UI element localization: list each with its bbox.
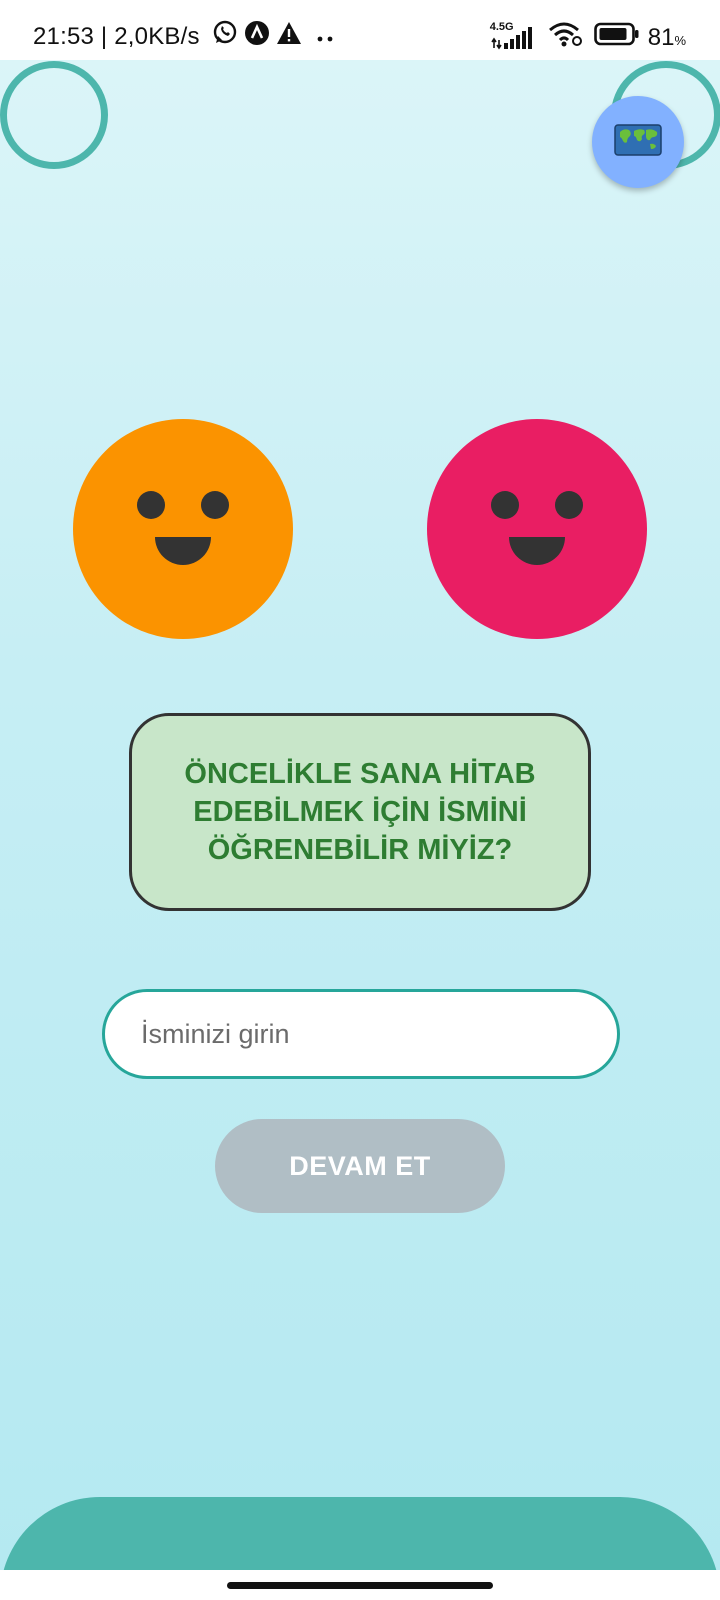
status-right: 4.5G 81% [490,20,686,55]
status-left: 21:53 | 2,0KB/s [33,20,336,53]
battery-percent: 81% [648,24,686,52]
continue-button[interactable]: DEVAM ET [215,1119,505,1213]
message-text: ÖNCELİKLE SANA HİTAB EDEBİLMEK İÇİN İSMİ… [184,758,536,866]
map-button[interactable] [592,96,684,188]
battery-icon [593,22,640,53]
face-eye-right [555,491,583,519]
navigation-bar [0,1570,720,1600]
face-mouth [155,537,211,565]
wifi-icon [548,20,584,55]
home-indicator[interactable] [227,1582,493,1589]
face-eye-left [491,491,519,519]
battery-percent-value: 81 [647,23,675,51]
app-notification-icon [244,20,270,53]
battery-percent-unit: % [674,32,686,48]
smiley-face-orange [73,419,293,639]
name-input[interactable] [102,989,620,1079]
signal-icon [491,26,532,49]
face-mouth [509,537,565,565]
app-screen: 21:53 | 2,0KB/s 4.5G 81% ÖNCELİKLE SANA … [0,0,720,1600]
status-bar: 21:53 | 2,0KB/s 4.5G 81% [0,0,720,60]
decorative-ring-left [0,61,108,169]
status-time-speed: 21:53 | 2,0KB/s [33,22,200,50]
more-dots-icon [316,23,336,51]
warning-icon [276,20,302,53]
message-card: ÖNCELİKLE SANA HİTAB EDEBİLMEK İÇİN İSMİ… [129,713,591,911]
face-eye-left [137,491,165,519]
mobile-signal: 4.5G [490,21,538,52]
world-map-icon [614,122,662,163]
smiley-face-pink [427,419,647,639]
main-content: ÖNCELİKLE SANA HİTAB EDEBİLMEK İÇİN İSMİ… [0,60,720,1600]
whatsapp-icon [212,20,238,53]
face-eye-right [201,491,229,519]
